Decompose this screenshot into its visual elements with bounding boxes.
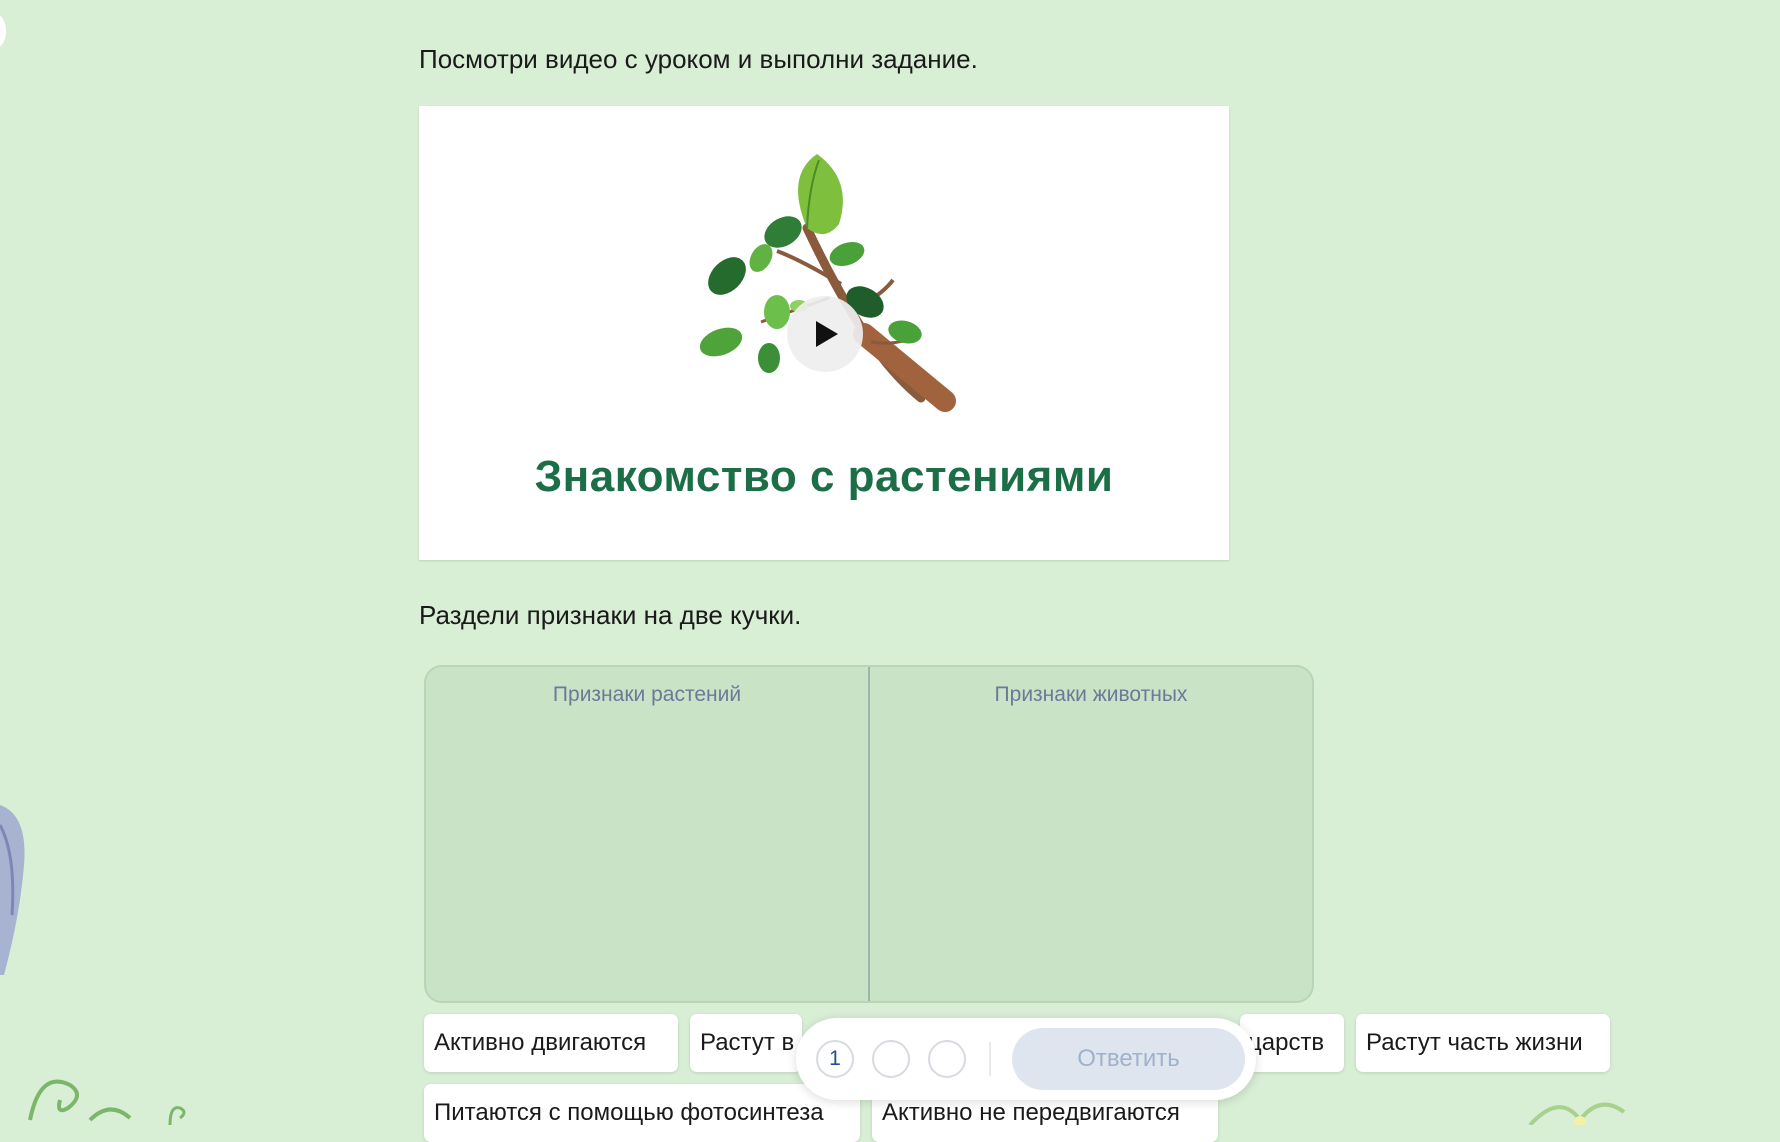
step-indicator-2[interactable] bbox=[872, 1040, 910, 1078]
submit-answer-button[interactable]: Ответить bbox=[1012, 1028, 1245, 1090]
step-indicator-1[interactable]: 1 bbox=[816, 1040, 854, 1078]
branch-illustration bbox=[699, 154, 956, 412]
task-prompt: Раздели признаки на две кучки. bbox=[419, 600, 802, 630]
flower-decoration-icon bbox=[1528, 1102, 1626, 1125]
column-header-plants: Признаки растений bbox=[552, 683, 742, 706]
play-icon bbox=[816, 321, 838, 347]
task-instruction: Посмотри видео с уроком и выполни задани… bbox=[419, 44, 978, 74]
card-photosynthesis[interactable]: Питаются с помощью фотосинтеза bbox=[424, 1084, 860, 1142]
play-button[interactable] bbox=[787, 296, 863, 372]
leaf-decoration-icon bbox=[0, 805, 25, 975]
sorting-board: Признаки растений Признаки животных bbox=[424, 665, 1314, 1003]
step-indicator-3[interactable] bbox=[928, 1040, 966, 1078]
drop-zone-animals[interactable]: Признаки животных bbox=[868, 667, 1312, 1001]
video-title: Знакомство с растениями bbox=[534, 452, 1114, 501]
video-player[interactable]: Знакомство с растениями bbox=[419, 106, 1229, 560]
answer-bar: 1 Ответить bbox=[796, 1018, 1256, 1100]
vine-decoration-icon bbox=[28, 1079, 186, 1125]
card-actively-move[interactable]: Активно двигаются bbox=[424, 1014, 678, 1072]
edge-handle bbox=[0, 14, 6, 48]
card-grow-part-of-life[interactable]: Растут часть жизни bbox=[1356, 1014, 1610, 1072]
column-header-animals: Признаки животных bbox=[994, 683, 1188, 706]
card-grow[interactable]: Растут в bbox=[690, 1014, 802, 1072]
bar-divider bbox=[989, 1042, 991, 1076]
drop-zone-plants[interactable]: Признаки растений bbox=[426, 667, 868, 1001]
